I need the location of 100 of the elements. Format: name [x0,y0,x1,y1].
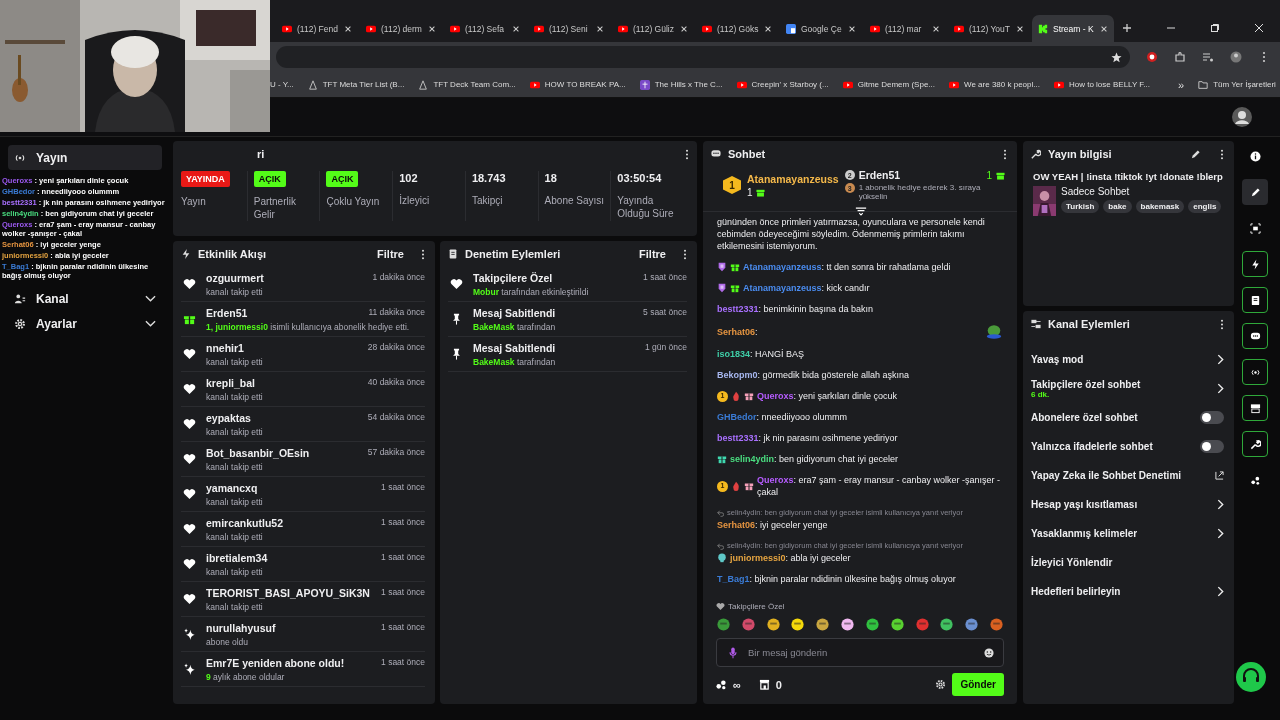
close-icon[interactable] [848,24,856,33]
bookmark[interactable]: Gitme Demem (Spe... [842,79,936,90]
broadcast-icon[interactable] [1242,359,1268,385]
browser-tab[interactable]: (112) Göks [696,15,778,42]
action-label[interactable]: Yasaklanmış kelimeler [1031,528,1138,539]
bookmark[interactable]: We are 380 k peopl... [949,79,1040,90]
close-icon[interactable] [1254,23,1264,33]
close-icon[interactable] [764,24,772,33]
bookmark[interactable]: HOW TO BREAK PA... [529,79,626,90]
more-icon[interactable] [1220,318,1224,330]
browser-tab[interactable]: Stream - K [1032,15,1114,42]
more-icon[interactable] [683,248,687,260]
chat-icon[interactable] [1242,323,1268,349]
settings-icon[interactable] [935,679,947,690]
edit-icon[interactable] [1190,148,1201,160]
leader-name[interactable]: Atanamayanzeuss [747,172,839,185]
wrench-icon[interactable] [1242,431,1268,457]
browser-tab[interactable]: Google Çe [780,15,862,42]
bookmark[interactable]: TFT Deck Team Com... [418,79,516,90]
tag[interactable]: bakemask [1135,200,1185,213]
username[interactable]: nurullahyusuf [206,621,276,634]
sidebar-item[interactable]: Yayın [8,145,162,170]
chevron-right-icon[interactable] [1217,499,1224,510]
profile-icon[interactable] [1230,51,1242,63]
sidebar-item[interactable]: Kanal [8,286,162,311]
username[interactable]: yamancxq [206,481,258,494]
tag[interactable]: Turkish [1061,200,1100,213]
close-icon[interactable] [512,24,520,33]
address-field[interactable] [276,46,1130,68]
username[interactable]: ibretialem34 [206,551,268,564]
username[interactable]: ozguurmert [206,271,264,284]
chevron-right-icon[interactable] [1217,586,1224,597]
sidebar-item[interactable]: Ayarlar [8,311,162,336]
action-label[interactable]: Hedefleri belirleyin [1031,586,1121,597]
more-icon[interactable] [685,148,689,160]
action-label[interactable]: Yalnızca ifadelerle sohbet [1031,441,1153,452]
username[interactable]: TERORIST_BASI_APOYU_SiK3N [206,586,370,599]
filter-button[interactable]: Filtre [639,248,666,260]
leader-name[interactable]: Erden51 [858,169,901,181]
toggle-switch[interactable] [1200,440,1224,453]
action-label[interactable]: Takipçilere özel sohbet [1031,378,1141,390]
browser-tab[interactable]: (112) Fend [276,15,358,42]
external-link-icon[interactable] [1215,471,1224,480]
note-icon[interactable] [1242,287,1268,313]
expand-icon[interactable] [855,207,867,216]
restore-icon[interactable] [1210,23,1220,33]
avatar-icon[interactable] [1232,107,1252,127]
category-name[interactable]: Sadece Sohbet [1061,186,1222,197]
more-icon[interactable] [1003,148,1007,160]
toggle-switch[interactable] [1200,411,1224,424]
send-button[interactable]: Gönder [952,673,1004,696]
username[interactable]: Erden51 [206,306,248,319]
emote-icon[interactable] [964,617,980,632]
new-tab-icon[interactable] [1122,23,1132,33]
camera-icon[interactable] [1242,395,1268,421]
store-icon[interactable] [758,679,770,690]
support-button[interactable] [1236,662,1266,692]
bookmark[interactable]: The Hills x The C... [639,79,723,90]
message-field[interactable]: Bir mesaj gönderin [716,638,1004,667]
emote-icon[interactable] [939,617,955,632]
browser-tab[interactable]: (112) derm [360,15,442,42]
tag[interactable]: englis [1188,200,1222,213]
browser-tab[interactable]: (112) mar [864,15,946,42]
emote-icon[interactable] [790,617,806,632]
browser-tab[interactable]: (112) Sefa [444,15,526,42]
tag[interactable]: bake [1103,200,1132,213]
emote-icon[interactable] [840,617,856,632]
more-bookmarks-icon[interactable]: » [1178,78,1185,91]
microphone-icon[interactable] [728,646,738,659]
username[interactable]: nnehir1 [206,341,244,354]
emote-icon[interactable] [765,617,781,632]
chevron-right-icon[interactable] [1217,354,1224,365]
media-icon[interactable] [1202,51,1214,63]
action-label[interactable]: Yapay Zeka ile Sohbet Denetimi [1031,470,1182,481]
emote-icon[interactable] [864,617,880,632]
pencil-icon[interactable] [1242,179,1268,205]
chevron-down-icon[interactable] [145,294,156,303]
emoji-icon[interactable] [984,646,994,659]
bolt-icon[interactable] [1242,251,1268,277]
more-icon[interactable] [1220,148,1224,160]
close-icon[interactable] [1016,24,1024,33]
close-icon[interactable] [596,24,604,33]
username[interactable]: Bot_basanbir_OEsin [206,446,310,459]
close-icon[interactable] [1100,24,1108,33]
message-input[interactable]: Bir mesaj gönderin [746,646,976,659]
bookmark[interactable]: TFT Meta Tier List (B... [307,79,405,90]
action-label[interactable]: Hesap yaşı kısıtlaması [1031,499,1138,510]
browser-tab[interactable]: (112) YouT [948,15,1030,42]
emote-icon[interactable] [889,617,905,632]
action-label[interactable]: İzleyici Yönlendir [1031,557,1113,568]
username[interactable]: krepli_bal [206,376,256,389]
action-label[interactable]: Yavaş mod [1031,354,1084,365]
username[interactable]: eypaktas [206,411,251,424]
chevron-right-icon[interactable] [1217,383,1224,394]
close-icon[interactable] [932,24,940,33]
action-label[interactable]: Abonelere özel sohbet [1031,412,1138,423]
chevron-right-icon[interactable] [1217,528,1224,539]
filter-button[interactable]: Filtre [377,248,404,260]
chevron-down-icon[interactable] [145,319,156,328]
browser-tab[interactable]: (112) Güliz [612,15,694,42]
